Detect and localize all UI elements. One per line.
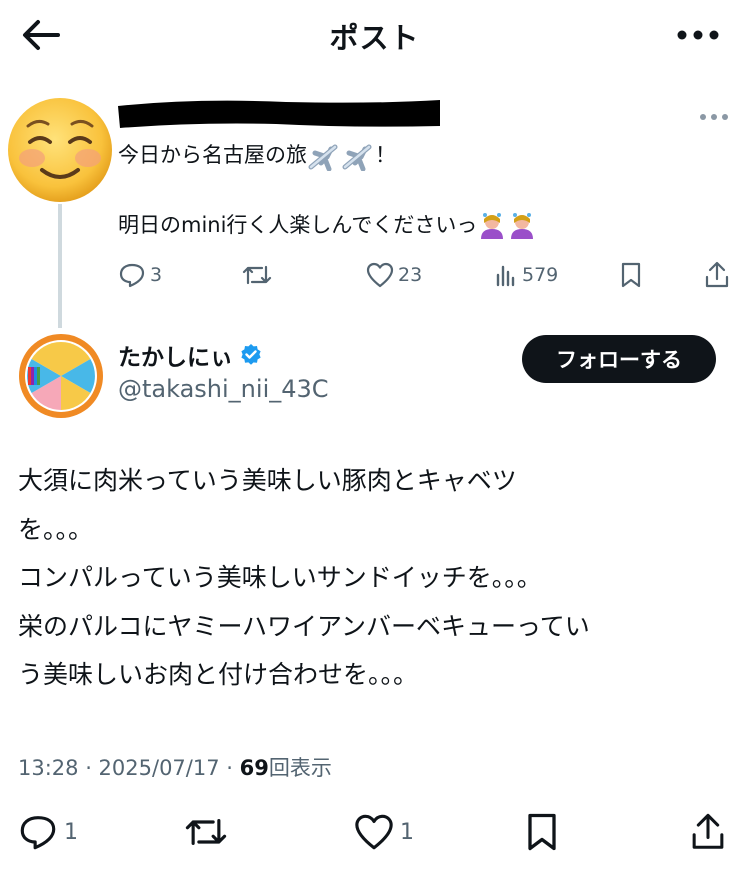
post-text-line: 大須に肉米っていう美味しい豚肉とキャベツ (18, 466, 517, 495)
parent-views-button[interactable]: 579 (494, 260, 558, 290)
parent-like-button[interactable]: 23 (366, 260, 422, 290)
redacted-username (116, 96, 442, 132)
views-chart-icon (496, 265, 515, 287)
parent-post-text-line1: 今日から名古屋の旅！ (118, 139, 396, 171)
parent-reply-button[interactable]: 3 (118, 260, 162, 290)
airplane-icon (341, 141, 375, 171)
bookmark-button[interactable] (524, 810, 560, 854)
verified-badge-icon (239, 343, 263, 367)
post-meta: 13:28 · 2025/07/17 · 69回表示 (18, 752, 332, 782)
post-text-line: 栄のパルコにヤミーハワイアンバーベキューってい (18, 612, 590, 641)
like-button[interactable]: 1 (354, 810, 414, 854)
parent-more-button[interactable] (698, 108, 730, 126)
bookmark-icon (528, 813, 556, 851)
heart-icon (355, 814, 393, 850)
bowing-person-icon (507, 211, 537, 241)
post-text-line: コンパルっていう美味しいサンドイッチを。。。 (18, 563, 542, 592)
thread-line (58, 204, 62, 328)
heart-icon (366, 262, 394, 288)
parent-bookmark-button[interactable] (619, 260, 643, 290)
follow-button[interactable]: フォローする (522, 335, 716, 383)
orange-slice-avatar-icon (19, 334, 103, 418)
author-avatar[interactable] (18, 333, 104, 419)
bookmark-icon (621, 262, 641, 288)
share-icon (705, 261, 729, 288)
parent-repost-button[interactable] (242, 260, 276, 290)
repost-icon (185, 819, 227, 845)
parent-post-text-line2: 明日のmini行く人楽しんでくださいっ (118, 209, 537, 241)
reply-icon (119, 263, 145, 288)
smiling-face-avatar-icon (8, 98, 112, 202)
airplane-icon (307, 141, 341, 171)
views-count: 69 (239, 756, 269, 780)
more-options-button[interactable] (675, 22, 721, 48)
more-horizontal-icon (677, 30, 719, 40)
parent-share-button[interactable] (704, 260, 730, 290)
post-text-line: を。。。 (18, 515, 94, 544)
repost-button[interactable] (184, 810, 234, 854)
page-title: ポスト (329, 21, 420, 55)
repost-icon (242, 265, 272, 285)
bowing-person-icon (477, 211, 507, 241)
author-name-row: たかしにぃ (118, 338, 263, 372)
more-horizontal-icon (700, 114, 728, 120)
share-icon (692, 813, 724, 849)
author-name[interactable]: たかしにぃ (118, 338, 233, 372)
share-button[interactable] (690, 810, 726, 854)
views-label: 回表示 (268, 756, 332, 780)
post-timestamp[interactable]: 13:28 · 2025/07/17 · (18, 756, 240, 780)
reply-button[interactable]: 1 (18, 810, 78, 854)
author-handle[interactable]: @takashi_nii_43C (118, 375, 329, 403)
parent-avatar[interactable] (6, 96, 114, 204)
post-text-line: う美味しいお肉と付け合わせを。。。 (18, 660, 419, 689)
reply-icon (20, 816, 56, 850)
